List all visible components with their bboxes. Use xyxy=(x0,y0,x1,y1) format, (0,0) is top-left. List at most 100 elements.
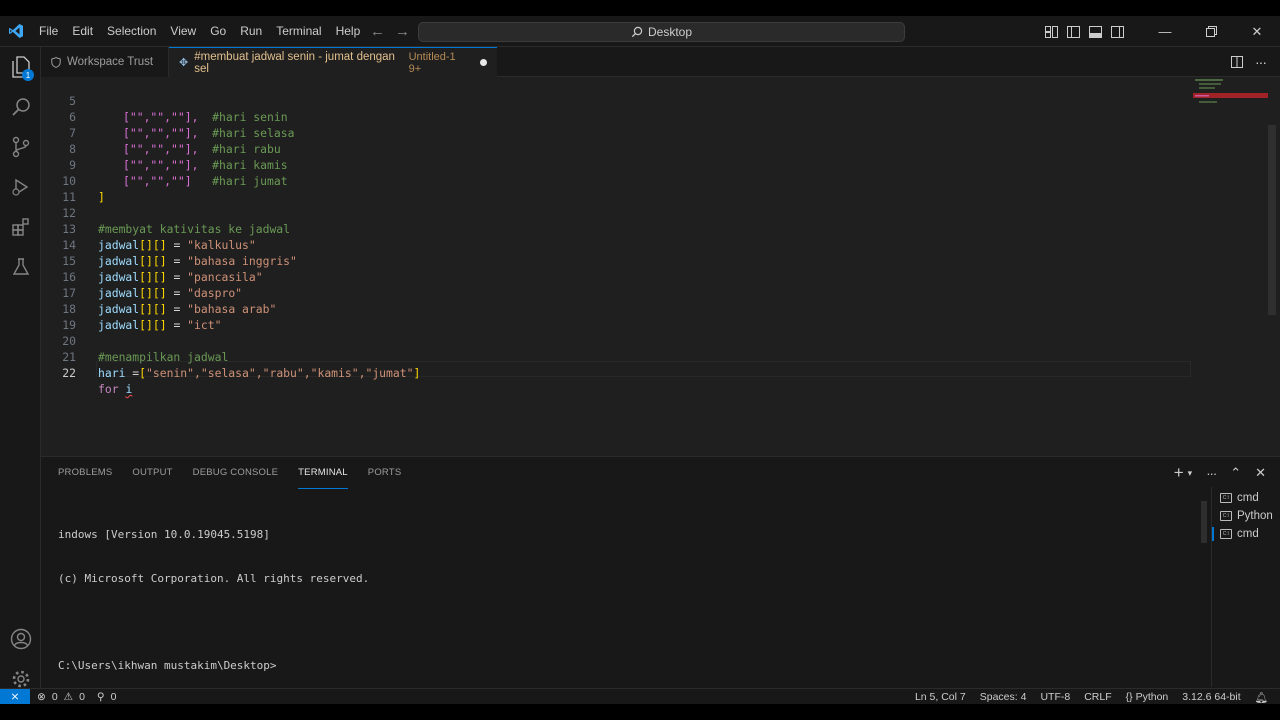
split-editor-icon[interactable] xyxy=(1231,56,1243,68)
unsaved-dot-icon[interactable] xyxy=(480,59,487,66)
terminal-icon: C:\ xyxy=(1220,511,1232,521)
more-actions-icon[interactable]: ··· xyxy=(1255,54,1267,70)
explorer-icon[interactable]: 1 xyxy=(0,47,41,87)
toggle-primary-sidebar-icon[interactable] xyxy=(1062,16,1084,47)
customize-layout-icon[interactable] xyxy=(1040,16,1062,47)
code-token: ] xyxy=(413,366,421,380)
terminal-scrollbar[interactable] xyxy=(1201,501,1207,543)
status-left: ⊗ 0 ⚠ 0 ⚲ 0 xyxy=(30,691,116,703)
language-mode[interactable]: {} Python xyxy=(1126,691,1169,703)
status-bar: ⨯ ⊗ 0 ⚠ 0 ⚲ 0 Ln 5, Col 7 Spaces: 4 UTF-… xyxy=(0,688,1280,704)
error-icon[interactable]: ⊗ xyxy=(37,691,46,703)
encoding[interactable]: UTF-8 xyxy=(1040,691,1070,703)
panel-actions: + ▾ ··· ⌃ ✕ xyxy=(1174,457,1266,489)
menu-terminal[interactable]: Terminal xyxy=(269,16,328,47)
source-control-icon[interactable] xyxy=(0,127,41,167)
maximize-panel-chevron-up-icon[interactable]: ⌃ xyxy=(1230,465,1241,481)
tab-terminal[interactable]: TERMINAL xyxy=(298,458,348,489)
code-line: 10 ] xyxy=(41,157,1191,204)
forward-arrow-icon[interactable]: → xyxy=(395,23,410,40)
warning-icon[interactable]: ⚠ xyxy=(64,691,73,703)
braces-icon: {} xyxy=(1125,691,1133,703)
run-debug-icon[interactable] xyxy=(0,167,41,207)
cursor-position[interactable]: Ln 5, Col 7 xyxy=(915,691,966,703)
terminal-item-cmd-active[interactable]: C:\ cmd xyxy=(1212,525,1280,543)
tab-output[interactable]: OUTPUT xyxy=(132,457,172,489)
code-token: [ xyxy=(139,366,147,380)
terminal-item-label: Python xyxy=(1237,510,1273,522)
terminal-output[interactable]: indows [Version 10.0.19045.5198] (c) Mic… xyxy=(58,499,369,704)
bottom-panel: PROBLEMS OUTPUT DEBUG CONSOLE TERMINAL P… xyxy=(41,456,1280,704)
extensions-icon[interactable] xyxy=(0,207,41,247)
ports-icon[interactable]: ⚲ xyxy=(97,691,105,703)
tab-problems[interactable]: PROBLEMS xyxy=(58,457,112,489)
python-file-icon: ✥ xyxy=(179,57,189,69)
panel-tabs: PROBLEMS OUTPUT DEBUG CONSOLE TERMINAL P… xyxy=(58,457,401,489)
menu-help[interactable]: Help xyxy=(329,16,368,47)
title-bar-controls: — ✕ xyxy=(1040,16,1280,47)
code-variable: hari xyxy=(98,366,126,380)
warning-count[interactable]: 0 xyxy=(79,691,85,703)
tab-debug-console[interactable]: DEBUG CONSOLE xyxy=(193,457,278,489)
editor-actions: ··· xyxy=(1231,47,1267,77)
tab-workspace-trust[interactable]: Workspace Trust xyxy=(41,47,169,77)
more-actions-icon[interactable]: ··· xyxy=(1206,466,1217,481)
terminal-list: C:\ cmd C:\ Python C:\ cmd xyxy=(1211,487,1280,687)
terminal-item-python[interactable]: C:\ Python xyxy=(1212,507,1280,525)
code-line: 8 ["","",""], #hari kamis xyxy=(41,125,1191,172)
notifications-bell-icon[interactable]: 🔔︎ xyxy=(1255,691,1268,704)
editor-scrollbar[interactable] xyxy=(1268,125,1276,315)
editor-tabs: Workspace Trust ✥ #membuat jadwal senin … xyxy=(41,47,1280,77)
command-center-search[interactable]: Desktop xyxy=(418,22,905,42)
terminal-line: indows [Version 10.0.19045.5198] xyxy=(58,528,270,541)
activity-bar: 1 xyxy=(0,47,41,688)
end-of-line[interactable]: CRLF xyxy=(1084,691,1111,703)
indentation[interactable]: Spaces: 4 xyxy=(980,691,1027,703)
accounts-icon[interactable] xyxy=(0,619,41,659)
title-bar: File Edit Selection View Go Run Terminal… xyxy=(0,16,1280,47)
code-line: 14 jadwal[][] = "bahasa inggris" xyxy=(41,221,1191,268)
code-line: 9 ["","",""] #hari jumat xyxy=(41,141,1191,188)
error-count[interactable]: 0 xyxy=(52,691,58,703)
minimap[interactable] xyxy=(1193,77,1268,117)
terminal-item-label: cmd xyxy=(1237,492,1259,504)
code-variable: i xyxy=(125,382,133,396)
restore-icon[interactable] xyxy=(1188,16,1234,47)
tab-title: #membuat jadwal senin - jumat dengan sel xyxy=(194,50,395,75)
close-panel-icon[interactable]: ✕ xyxy=(1255,465,1266,481)
toggle-secondary-sidebar-icon[interactable] xyxy=(1106,16,1128,47)
toggle-panel-icon[interactable] xyxy=(1084,16,1106,47)
code-line: 12 #membyat kativitas ke jadwal xyxy=(41,189,1191,236)
code-line: 11 xyxy=(41,173,1191,204)
status-right: Ln 5, Col 7 Spaces: 4 UTF-8 CRLF {} Pyth… xyxy=(915,689,1268,704)
tab-untitled-1[interactable]: ✥ #membuat jadwal senin - jumat dengan s… xyxy=(169,47,497,77)
terminal-item-cmd[interactable]: C:\ cmd xyxy=(1212,489,1280,507)
testing-flask-icon[interactable] xyxy=(0,247,41,287)
close-window-icon[interactable]: ✕ xyxy=(1234,16,1280,47)
new-terminal-plus-icon[interactable]: + xyxy=(1174,463,1184,483)
menu-edit[interactable]: Edit xyxy=(65,16,100,47)
chevron-down-icon[interactable]: ▾ xyxy=(1188,468,1193,479)
menu-selection[interactable]: Selection xyxy=(100,16,163,47)
tab-subtitle: Untitled-1 9+ xyxy=(408,50,456,75)
back-arrow-icon[interactable]: ← xyxy=(370,23,385,40)
terminal-icon: C:\ xyxy=(1220,493,1232,503)
code-line: 20 #menampilkan jadwal xyxy=(41,317,1191,364)
terminal-item-label: cmd xyxy=(1237,528,1259,540)
explorer-badge: 1 xyxy=(22,69,34,81)
menu-run[interactable]: Run xyxy=(233,16,269,47)
tab-ports[interactable]: PORTS xyxy=(368,457,402,489)
minimize-icon[interactable]: — xyxy=(1142,16,1188,47)
remote-window-icon[interactable]: ⨯ xyxy=(0,688,30,704)
menu-bar: File Edit Selection View Go Run Terminal… xyxy=(32,16,367,46)
navigation-arrows: ← → xyxy=(370,16,410,47)
ports-count[interactable]: 0 xyxy=(111,691,117,703)
vscode-logo-icon xyxy=(0,16,32,47)
search-view-icon[interactable] xyxy=(0,87,41,127)
menu-go[interactable]: Go xyxy=(203,16,233,47)
menu-view[interactable]: View xyxy=(163,16,203,47)
menu-file[interactable]: File xyxy=(32,16,65,47)
code-editor[interactable]: 5 ["","",""], #hari senin 6 ["","",""], … xyxy=(41,77,1280,455)
code-line: 21 hari =["senin","selasa","rabu","kamis… xyxy=(41,333,1191,380)
python-interpreter[interactable]: 3.12.6 64-bit xyxy=(1182,691,1240,703)
